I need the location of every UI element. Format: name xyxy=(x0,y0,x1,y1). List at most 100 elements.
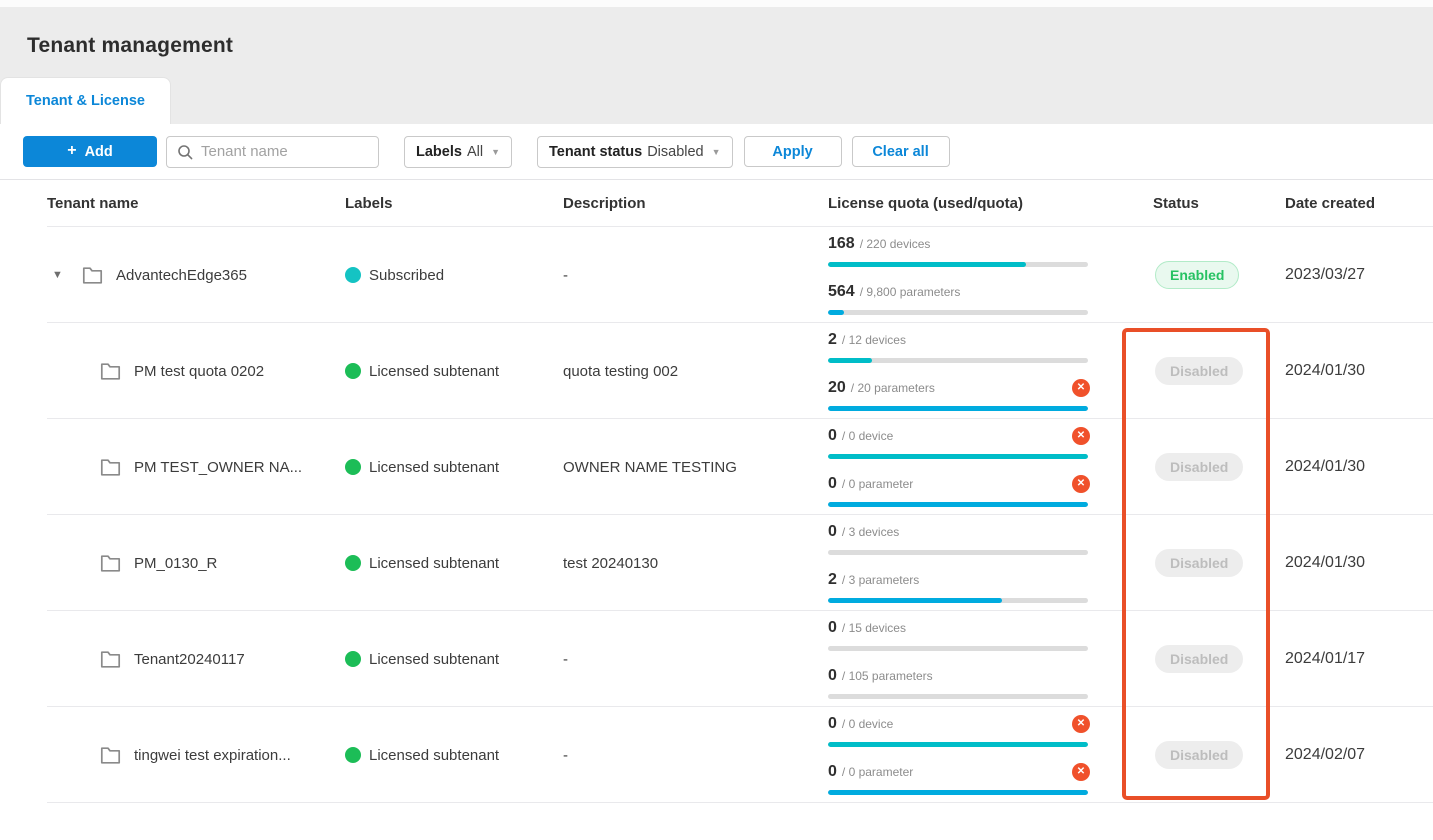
parameters-quota-label: / 0 parameter xyxy=(842,765,913,779)
devices-used-count: 0 xyxy=(828,523,837,541)
devices-quota: 2 / 12 devices ✕ xyxy=(828,331,1088,363)
tenant-name-text: PM test quota 0202 xyxy=(134,363,264,380)
tenant-status-filter-dropdown[interactable]: Tenant status Disabled ▼ xyxy=(537,136,733,168)
tenant-name-cell: ▼ tingwei test expiration... xyxy=(0,746,345,765)
page-title: Tenant management xyxy=(27,34,233,58)
add-button-label: Add xyxy=(85,144,113,160)
search-input[interactable] xyxy=(201,143,368,160)
parameters-quota: 20 / 20 parameters ✕ xyxy=(828,379,1088,411)
status-cell: Enabled xyxy=(1153,261,1285,289)
tenant-name-text: Tenant20240117 xyxy=(134,651,245,668)
tab-tenant-and-license[interactable]: Tenant & License xyxy=(0,77,171,124)
chevron-down-icon: ▼ xyxy=(712,147,721,157)
description-text: - xyxy=(563,747,828,764)
folder-icon xyxy=(100,746,121,765)
quota-error-icon: ✕ xyxy=(1072,715,1090,733)
label-dot-icon xyxy=(345,555,361,571)
status-cell: Disabled xyxy=(1153,741,1285,769)
parameters-progress-fill xyxy=(828,790,1088,795)
date-created-text: 2023/03/27 xyxy=(1285,266,1433,284)
label-dot-icon xyxy=(345,651,361,667)
tenant-name-cell: ▼ PM test quota 0202 xyxy=(0,362,345,381)
devices-used-count: 0 xyxy=(828,715,837,733)
devices-progress-bar xyxy=(828,550,1088,555)
quota-error-icon: ✕ xyxy=(1072,475,1090,493)
status-badge: Disabled xyxy=(1155,357,1243,385)
table-row[interactable]: ▼ Tenant20240117 Licensed subtenant - 0 … xyxy=(0,611,1433,707)
quota-error-icon: ✕ xyxy=(1072,427,1090,445)
parameters-progress-bar xyxy=(828,694,1088,699)
folder-icon xyxy=(82,266,103,285)
parameters-quota-label: / 0 parameter xyxy=(842,477,913,491)
label-dot-icon xyxy=(345,267,361,283)
tenant-name-text: tingwei test expiration... xyxy=(134,747,291,764)
apply-button[interactable]: Apply xyxy=(744,136,842,167)
parameters-quota-label: / 3 parameters xyxy=(842,573,919,587)
table-row[interactable]: ▼ PM_0130_R Licensed subtenant test 2024… xyxy=(0,515,1433,611)
chevron-down-icon: ▼ xyxy=(491,147,500,157)
labels-filter-dropdown[interactable]: Labels All ▼ xyxy=(404,136,512,168)
label-text: Licensed subtenant xyxy=(369,651,499,668)
devices-quota-label: / 12 devices xyxy=(842,333,906,347)
tenant-status-filter-label: Tenant status xyxy=(549,144,642,160)
table-row[interactable]: ▼ PM TEST_OWNER NA... Licensed subtenant… xyxy=(0,419,1433,515)
devices-quota-label: / 0 device xyxy=(842,717,893,731)
plus-icon: + xyxy=(67,142,76,160)
devices-quota-label: / 15 devices xyxy=(842,621,906,635)
license-quota-cell: 0 / 0 device ✕ 0 / 0 parameter ✕ xyxy=(828,427,1088,507)
devices-used-count: 168 xyxy=(828,235,855,253)
folder-icon xyxy=(100,458,121,477)
devices-quota: 168 / 220 devices ✕ xyxy=(828,235,1088,267)
date-created-text: 2024/01/30 xyxy=(1285,362,1433,380)
label-text: Licensed subtenant xyxy=(369,555,499,572)
labels-filter-value: All xyxy=(467,144,483,160)
parameters-progress-bar xyxy=(828,598,1088,603)
devices-used-count: 0 xyxy=(828,427,837,445)
parameters-progress-bar xyxy=(828,310,1088,315)
tenant-name-cell: ▼ AdvantechEdge365 xyxy=(0,266,345,285)
parameters-used-count: 0 xyxy=(828,763,837,781)
label-cell: Licensed subtenant xyxy=(345,459,563,476)
status-cell: Disabled xyxy=(1153,549,1285,577)
label-text: Licensed subtenant xyxy=(369,747,499,764)
expand-caret-icon[interactable]: ▼ xyxy=(52,269,66,281)
labels-filter-label: Labels xyxy=(416,144,462,160)
parameters-quota: 0 / 0 parameter ✕ xyxy=(828,763,1088,795)
parameters-used-count: 0 xyxy=(828,475,837,493)
description-text: test 20240130 xyxy=(563,555,828,572)
table-body: ▼ AdvantechEdge365 Subscribed - 168 / 22… xyxy=(0,227,1433,803)
status-badge: Disabled xyxy=(1155,645,1243,673)
devices-progress-fill xyxy=(828,262,1026,267)
label-text: Subscribed xyxy=(369,267,444,284)
parameters-used-count: 0 xyxy=(828,667,837,685)
parameters-quota-label: / 9,800 parameters xyxy=(860,285,961,299)
devices-used-count: 2 xyxy=(828,331,837,349)
status-badge: Disabled xyxy=(1155,549,1243,577)
status-cell: Disabled xyxy=(1153,453,1285,481)
tenant-name-cell: ▼ PM TEST_OWNER NA... xyxy=(0,458,345,477)
parameters-progress-fill xyxy=(828,406,1088,411)
clear-all-button[interactable]: Clear all xyxy=(852,136,950,167)
table-row[interactable]: ▼ AdvantechEdge365 Subscribed - 168 / 22… xyxy=(0,227,1433,323)
parameters-quota: 2 / 3 parameters ✕ xyxy=(828,571,1088,603)
table-row[interactable]: ▼ PM test quota 0202 Licensed subtenant … xyxy=(0,323,1433,419)
parameters-progress-fill xyxy=(828,310,844,315)
parameters-progress-fill xyxy=(828,502,1088,507)
devices-quota: 0 / 3 devices ✕ xyxy=(828,523,1088,555)
tenant-management-page: Tenant management Tenant & License + Add… xyxy=(0,0,1433,840)
status-badge: Enabled xyxy=(1155,261,1239,289)
folder-icon xyxy=(100,362,121,381)
date-created-text: 2024/01/30 xyxy=(1285,554,1433,572)
parameters-quota: 564 / 9,800 parameters ✕ xyxy=(828,283,1088,315)
license-quota-cell: 0 / 15 devices ✕ 0 / 105 parameters ✕ xyxy=(828,619,1088,699)
column-header-license-quota: License quota (used/quota) xyxy=(828,195,1153,212)
devices-progress-fill xyxy=(828,742,1088,747)
add-button[interactable]: + Add xyxy=(23,136,157,167)
license-quota-cell: 0 / 3 devices ✕ 2 / 3 parameters ✕ xyxy=(828,523,1088,603)
parameters-used-count: 2 xyxy=(828,571,837,589)
table-row[interactable]: ▼ tingwei test expiration... Licensed su… xyxy=(0,707,1433,803)
parameters-progress-bar xyxy=(828,790,1088,795)
status-badge: Disabled xyxy=(1155,741,1243,769)
tenant-name-search[interactable] xyxy=(166,136,379,168)
column-header-tenant-name: Tenant name xyxy=(0,195,345,212)
